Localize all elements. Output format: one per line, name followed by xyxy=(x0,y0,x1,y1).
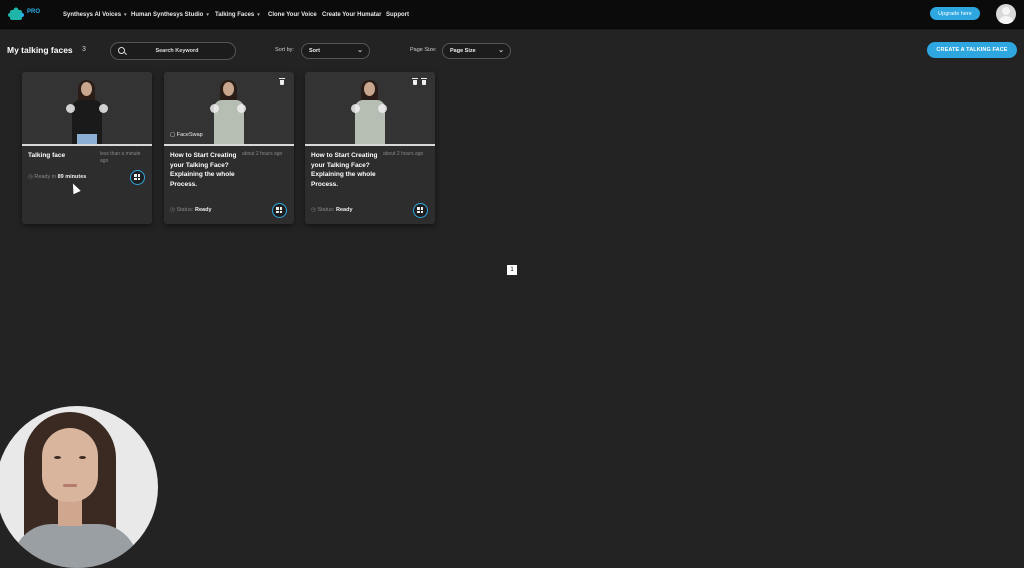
chevron-down-icon: ⌄ xyxy=(357,47,363,54)
status-label: Status: xyxy=(176,207,194,213)
webcam-overlay xyxy=(0,406,158,568)
edit-icon[interactable] xyxy=(351,104,360,113)
sort-select[interactable]: Sort ⌄ xyxy=(301,43,370,59)
card-thumbnail[interactable] xyxy=(305,72,435,146)
nav-item-support[interactable]: Support xyxy=(386,0,409,29)
eye-icon[interactable] xyxy=(378,104,387,113)
chevron-down-icon: ▾ xyxy=(124,11,127,18)
card-thumbnail[interactable]: ▢ FaceSwap xyxy=(164,72,294,146)
status-value: Ready xyxy=(336,207,353,213)
nav-item-label: Support xyxy=(386,11,409,18)
grid-menu-button[interactable] xyxy=(130,170,145,185)
puzzle-logo-icon[interactable] xyxy=(8,6,24,22)
chevron-down-icon: ▾ xyxy=(206,11,209,18)
create-talking-face-button[interactable]: CREATE A TALKING FACE xyxy=(927,42,1017,58)
clock-icon: ◷ xyxy=(170,207,175,213)
status-label: Status: xyxy=(317,207,335,213)
grid-menu-button[interactable] xyxy=(272,203,287,218)
edit-icon[interactable] xyxy=(66,104,75,113)
grid-menu-button[interactable] xyxy=(413,203,428,218)
card-thumbnail[interactable] xyxy=(22,72,152,146)
nav-item-ai-voices[interactable]: Synthesys AI Voices ▾ xyxy=(63,0,127,29)
faceswap-label: FaceSwap xyxy=(176,132,203,138)
talking-face-card[interactable]: Talking face less than a minute ago ◷ Re… xyxy=(22,72,152,224)
card-status: ◷ Ready in 89 minutes xyxy=(28,174,86,180)
chevron-down-icon: ▾ xyxy=(257,11,260,18)
nav-item-label: Human Synthesys Studio xyxy=(131,11,204,18)
card-title: How to Start Creating your Talking Face?… xyxy=(170,152,237,188)
faceswap-icon: ▢ xyxy=(170,132,176,138)
sort-label: Sort by: xyxy=(275,47,294,53)
card-title: Talking face xyxy=(28,152,66,159)
pagination-page-button[interactable]: 1 xyxy=(507,265,517,275)
card-status: ◷ Status: Ready xyxy=(311,207,353,213)
nav-item-label: Clone Your Voice xyxy=(268,11,317,18)
search-input[interactable] xyxy=(131,45,223,56)
trash-icon[interactable] xyxy=(279,78,285,85)
clock-icon: ◷ xyxy=(311,207,316,213)
page-size-value: Page Size xyxy=(450,48,476,54)
status-value: Ready xyxy=(195,207,212,213)
clock-icon: ◷ xyxy=(28,174,33,180)
nav-item-label: Talking Faces xyxy=(215,11,255,18)
upgrade-button[interactable]: Upgrade here xyxy=(930,7,980,20)
page-size-label: Page Size: xyxy=(410,47,437,53)
eye-icon[interactable] xyxy=(99,104,108,113)
card-timestamp: about 2 hours ago xyxy=(383,151,424,157)
card-timestamp: about 2 hours ago xyxy=(242,151,283,157)
trash-icon[interactable] xyxy=(421,78,427,85)
search-icon xyxy=(118,47,125,54)
nav-item-label: Synthesys AI Voices xyxy=(63,11,122,18)
person-thumbnail xyxy=(70,80,104,144)
chevron-down-icon: ⌄ xyxy=(498,47,504,54)
page-size-select[interactable]: Page Size ⌄ xyxy=(442,43,511,59)
status-value: 89 minutes xyxy=(57,174,87,180)
eye-icon[interactable] xyxy=(237,104,246,113)
sort-value: Sort xyxy=(309,48,320,54)
page-title: My talking faces xyxy=(7,45,73,55)
nav-item-human-studio[interactable]: Human Synthesys Studio ▾ xyxy=(131,0,209,29)
top-navbar: PRO Synthesys AI Voices ▾ Human Synthesys… xyxy=(0,0,1024,30)
faceswap-badge: ▢ FaceSwap xyxy=(170,132,203,138)
nav-item-clone-voice[interactable]: Clone Your Voice xyxy=(268,0,317,29)
talking-face-card[interactable]: How to Start Creating your Talking Face?… xyxy=(305,72,435,224)
nav-item-label: Create Your Humatar xyxy=(322,11,382,18)
user-avatar[interactable] xyxy=(996,4,1016,24)
edit-icon[interactable] xyxy=(210,104,219,113)
nav-item-talking-faces[interactable]: Talking Faces ▾ xyxy=(215,0,260,29)
status-label: Ready in xyxy=(34,174,57,180)
card-timestamp: less than a minute ago xyxy=(100,151,141,164)
pro-badge: PRO xyxy=(27,9,41,15)
card-title: How to Start Creating your Talking Face?… xyxy=(311,152,378,188)
item-count: 3 xyxy=(82,46,86,53)
card-status: ◷ Status: Ready xyxy=(170,207,212,213)
search-box xyxy=(110,42,236,60)
talking-face-card[interactable]: ▢ FaceSwap How to Start Creating your Ta… xyxy=(164,72,294,224)
nav-item-create-humatar[interactable]: Create Your Humatar xyxy=(322,0,381,29)
copy-icon[interactable] xyxy=(412,78,418,85)
